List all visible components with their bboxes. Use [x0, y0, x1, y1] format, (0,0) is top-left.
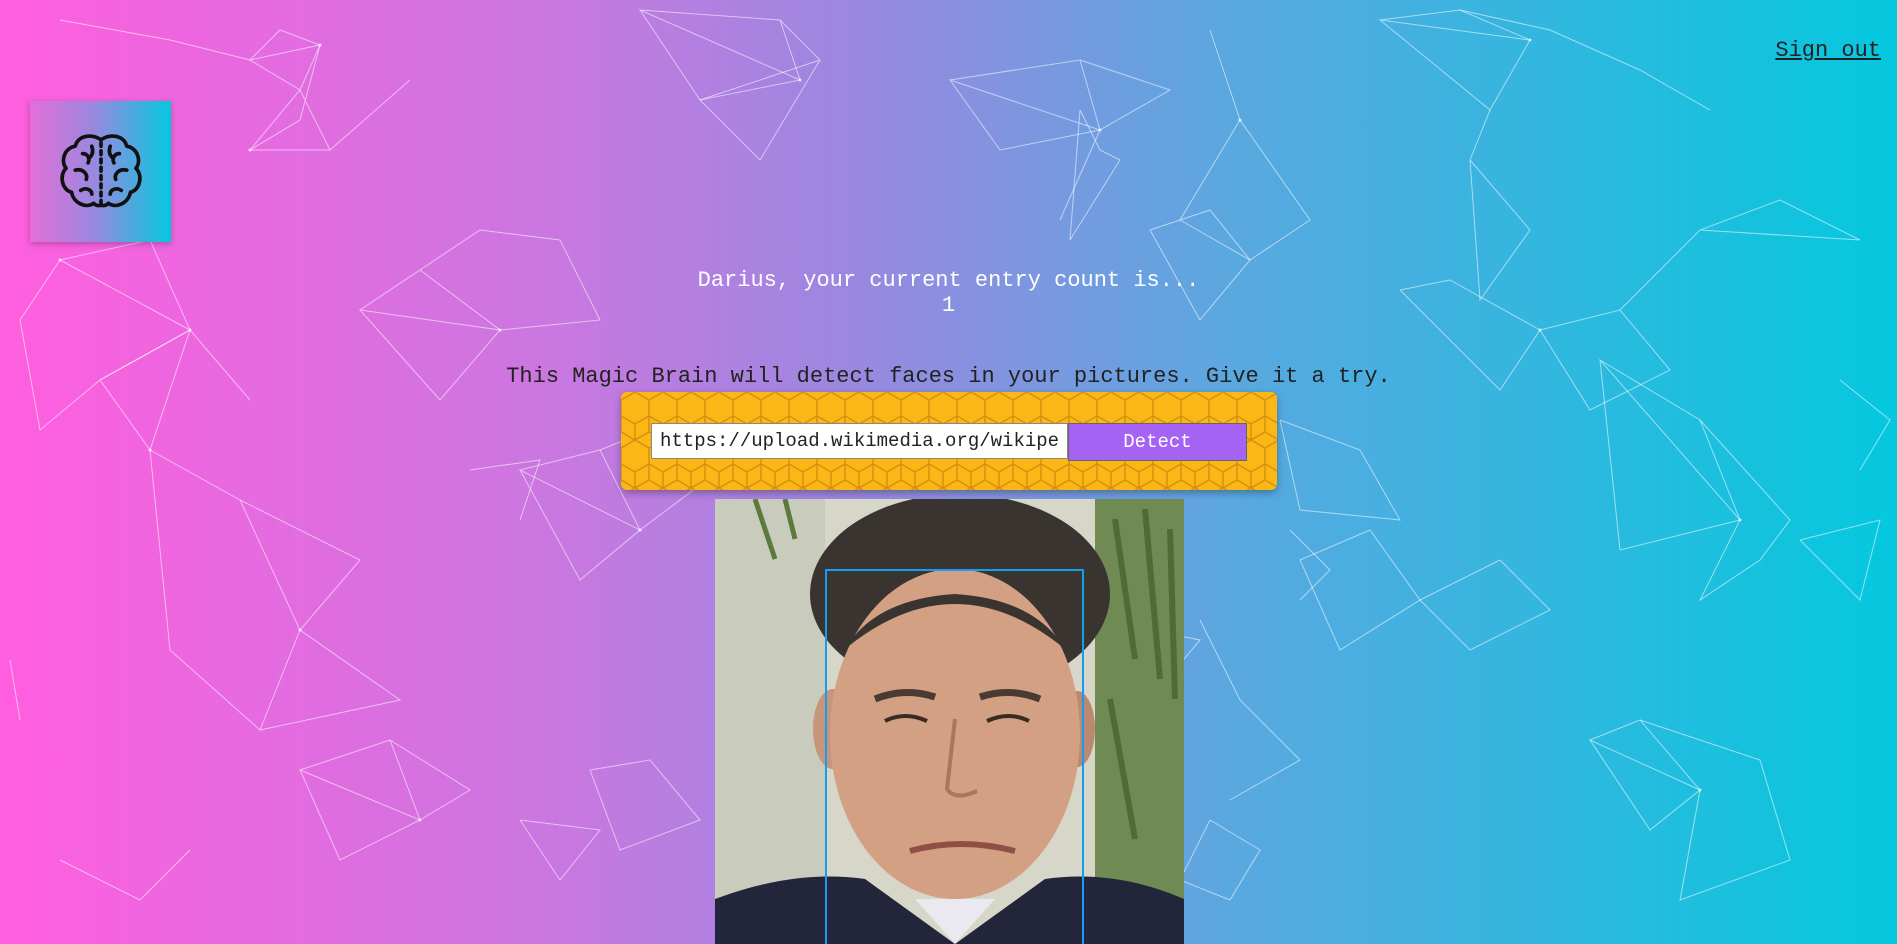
rank-message: Darius, your current entry count is... [697, 268, 1200, 293]
sign-out-link[interactable]: Sign out [1771, 34, 1885, 67]
image-url-input[interactable] [651, 423, 1068, 459]
image-link-form: Detect [621, 392, 1277, 490]
top-nav: Sign out [1771, 38, 1885, 63]
rank-section: Darius, your current entry count is... 1 [0, 268, 1897, 318]
logo [30, 101, 171, 242]
entry-count: 1 [941, 293, 956, 318]
detect-button[interactable]: Detect [1068, 423, 1247, 461]
form-row: Detect [651, 423, 1247, 461]
brain-icon [59, 133, 142, 207]
face-bounding-box [825, 569, 1084, 944]
face-image [715, 499, 1184, 944]
intro-text: This Magic Brain will detect faces in yo… [506, 364, 1391, 389]
